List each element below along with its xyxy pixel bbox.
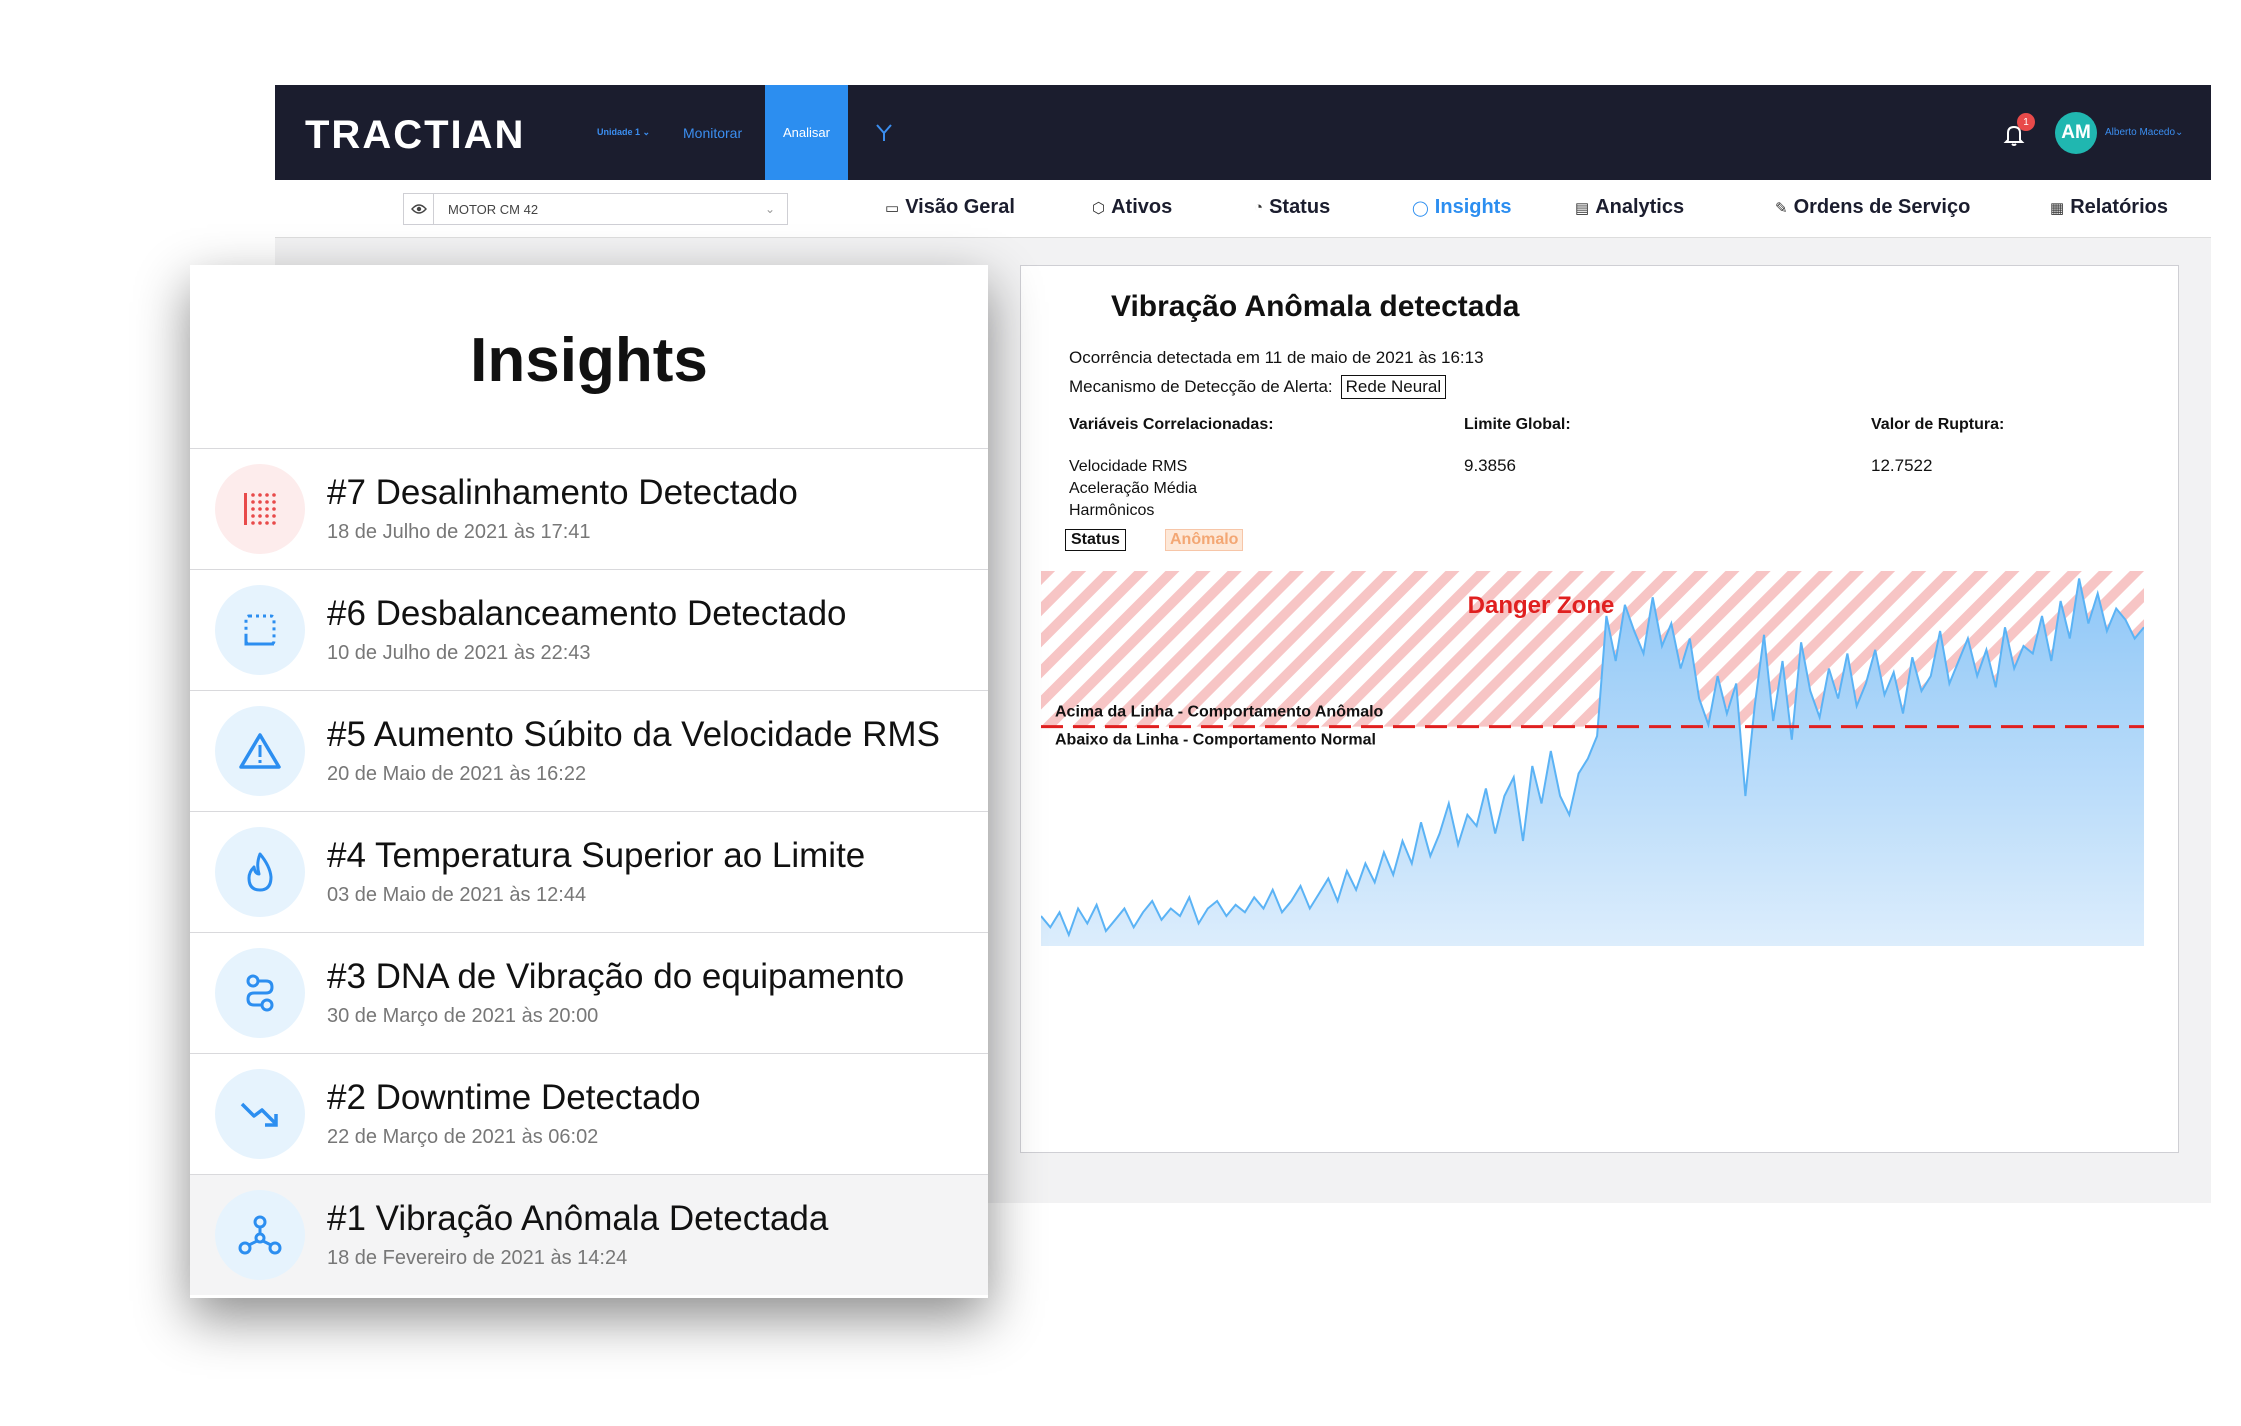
lightbulb-icon: ◯ — [1412, 199, 1429, 217]
network-icon — [215, 1190, 305, 1280]
insight-name: #7 Desalinhamento Detectado — [327, 473, 798, 512]
tab-visao-geral[interactable]: ▭ Visão Geral — [885, 196, 1015, 219]
flame-icon — [215, 827, 305, 917]
variable-item: Velocidade RMS — [1069, 458, 1188, 475]
insight-name: #4 Temperatura Superior ao Limite — [327, 836, 866, 875]
variables-header: Variáveis Correlacionadas: — [1069, 416, 1274, 433]
below-line-label: Abaixo da Linha - Comportamento Normal — [1055, 732, 1376, 749]
insight-name: #5 Aumento Súbito da Velocidade RMS — [327, 715, 940, 754]
monitor-icon: ▭ — [885, 199, 900, 217]
avatar[interactable]: AM — [2055, 112, 2097, 154]
tab-label: Relatórios — [2070, 196, 2168, 218]
tab-relatorios[interactable]: ▦ Relatórios — [2050, 196, 2168, 219]
mechanism-value: Rede Neural — [1340, 375, 1447, 399]
mechanism-label: Mecanismo de Detecção de Alerta: — [1069, 377, 1333, 396]
unbalance-icon — [215, 585, 305, 675]
legend-anomalous[interactable]: Anômalo — [1165, 529, 1244, 551]
trending-down-icon — [215, 1069, 305, 1159]
tab-label: Analytics — [1595, 196, 1685, 218]
report-icon: ▦ — [2050, 199, 2065, 217]
variable-item: Harmônicos — [1069, 502, 1155, 519]
danger-zone-label: Danger Zone — [1468, 592, 1615, 619]
edit-icon: ✎ — [1775, 199, 1788, 217]
filter-icon[interactable] — [875, 123, 893, 143]
asset-select[interactable]: MOTOR CM 42 ⌄ — [403, 193, 788, 225]
user-name: Alberto Macedo — [2105, 127, 2176, 138]
insight-name: #3 DNA de Vibração do equipamento — [327, 957, 905, 996]
insight-item-3[interactable]: #3 DNA de Vibração do equipamento 30 de … — [190, 932, 988, 1053]
insight-item-6[interactable]: #6 Desbalanceamento Detectado 10 de Julh… — [190, 569, 988, 690]
tab-insights[interactable]: ◯ Insights — [1412, 196, 1511, 219]
insights-list: #7 Desalinhamento Detectado 18 de Julho … — [190, 448, 988, 1295]
insight-name: #6 Desbalanceamento Detectado — [327, 594, 847, 633]
occurrence-text: Ocorrência detectada em 11 de maio de 20… — [1069, 348, 1484, 367]
sub-navbar: MOTOR CM 42 ⌄ ▭ Visão Geral ⬡ Ativos ◔ Stat… — [275, 180, 2211, 238]
insight-date: 22 de Março de 2021 às 06:02 — [327, 1126, 599, 1148]
nav-monitor[interactable]: Monitorar — [683, 125, 742, 141]
insight-name: #2 Downtime Detectado — [327, 1078, 701, 1117]
eye-icon — [404, 194, 434, 224]
gauge-icon: ◔ — [1254, 199, 1264, 216]
insight-item-5[interactable]: #5 Aumento Súbito da Velocidade RMS 20 d… — [190, 690, 988, 811]
vibration-chart: Danger Zone Acima da Linha - Comportamen… — [1041, 571, 2144, 946]
insight-item-7[interactable]: #7 Desalinhamento Detectado 18 de Julho … — [190, 448, 988, 569]
insight-date: 10 de Julho de 2021 às 22:43 — [327, 642, 591, 664]
cube-icon: ⬡ — [1092, 199, 1106, 217]
tractian-logo[interactable]: TRACTIAN — [305, 113, 525, 158]
limit-header: Limite Global: — [1464, 416, 1571, 433]
insight-item-4[interactable]: #4 Temperatura Superior ao Limite 03 de … — [190, 811, 988, 932]
tab-analytics[interactable]: ▤ Analytics — [1575, 196, 1684, 219]
above-line-label: Acima da Linha - Comportamento Anômalo — [1055, 704, 1384, 721]
insight-date: 18 de Julho de 2021 às 17:41 — [327, 521, 591, 543]
nav-analyze[interactable]: Analisar — [765, 85, 848, 180]
user-menu[interactable]: Alberto Macedo⌄ — [2105, 127, 2183, 138]
rupture-header: Valor de Ruptura: — [1871, 416, 2005, 433]
insight-date: 03 de Maio de 2021 às 12:44 — [327, 884, 587, 906]
insight-date: 18 de Fevereiro de 2021 às 14:24 — [327, 1247, 628, 1269]
rupture-value: 12.7522 — [1871, 456, 1933, 475]
chevron-down-icon: ⌄ — [2175, 127, 2184, 138]
warning-triangle-icon — [215, 706, 305, 796]
screenshot-stage: TRACTIAN Unidade 1 ⌄ Monitorar Analisar … — [0, 0, 2241, 1426]
tab-label: Ordens de Serviço — [1793, 196, 1971, 218]
asset-select-value: MOTOR CM 42 — [448, 201, 539, 217]
notification-badge: 1 — [2017, 113, 2035, 131]
variable-item: Aceleração Média — [1069, 480, 1198, 497]
limit-value: 9.3856 — [1464, 456, 1516, 475]
chevron-down-icon: ⌄ — [642, 127, 651, 137]
chevron-down-icon: ⌄ — [765, 202, 776, 216]
route-icon — [215, 948, 305, 1038]
insights-panel: Insights #7 Desalinhamento Detectado 18 … — [190, 265, 988, 1298]
top-navbar: TRACTIAN Unidade 1 ⌄ Monitorar Analisar … — [275, 85, 2211, 180]
unit-select-label: Unidade 1 — [597, 127, 641, 137]
tab-ativos[interactable]: ⬡ Ativos — [1092, 196, 1172, 219]
misalignment-icon — [215, 464, 305, 554]
tab-label: Insights — [1434, 196, 1512, 218]
tab-ordens-servico[interactable]: ✎ Ordens de Serviço — [1775, 196, 1970, 219]
legend-status[interactable]: Status — [1065, 529, 1126, 551]
mechanism-row: Mecanismo de Detecção de Alerta: Rede Neu… — [1069, 375, 1447, 399]
unit-select[interactable]: Unidade 1 ⌄ — [597, 127, 650, 138]
insight-item-1[interactable]: #1 Vibração Anômala Detectada 18 de Feve… — [190, 1174, 988, 1295]
insight-date: 30 de Março de 2021 às 20:00 — [327, 1005, 599, 1027]
bar-chart-icon: ▤ — [1575, 199, 1590, 217]
insight-name: #1 Vibração Anômala Detectada — [327, 1199, 829, 1238]
variables-list: Velocidade RMS Aceleração Média Harmônic… — [1069, 456, 1197, 522]
insight-date: 20 de Maio de 2021 às 16:22 — [327, 763, 587, 785]
insight-item-2[interactable]: #2 Downtime Detectado 22 de Março de 202… — [190, 1053, 988, 1174]
tab-status[interactable]: ◔ Status — [1254, 196, 1330, 219]
detail-title: Vibração Anômala detectada — [1111, 290, 1520, 323]
insights-title: Insights — [470, 326, 708, 395]
tab-label: Ativos — [1111, 196, 1173, 218]
tab-label: Visão Geral — [905, 196, 1015, 218]
tab-label: Status — [1269, 196, 1331, 218]
insight-detail-card: Vibração Anômala detectada Ocorrência de… — [1020, 265, 2179, 1153]
